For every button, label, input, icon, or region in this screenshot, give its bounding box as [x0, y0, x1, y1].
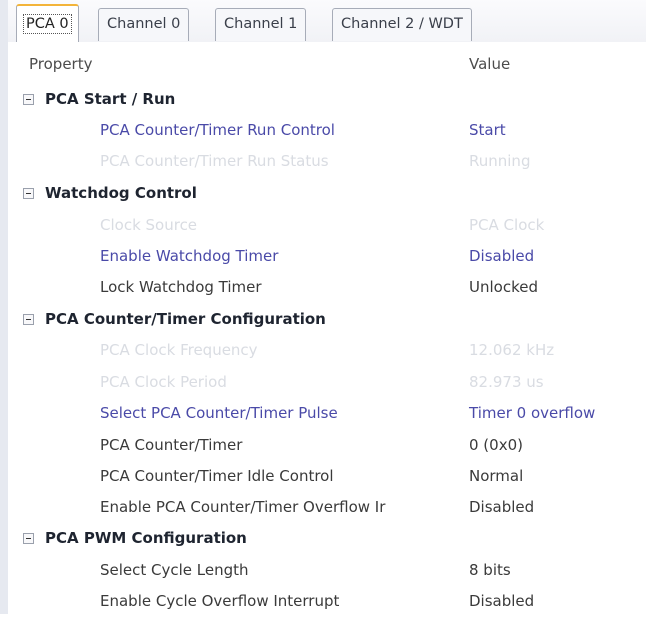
- minus-box-icon[interactable]: [23, 533, 34, 544]
- property-value: 0 (0x0): [469, 436, 523, 454]
- property-name: Enable PCA Counter/Timer Overflow Ir: [100, 498, 386, 516]
- property-name: PCA Counter/Timer: [100, 436, 243, 454]
- category-title: PCA PWM Configuration: [45, 529, 247, 547]
- property-name: PCA Clock Period: [100, 373, 227, 391]
- property-value[interactable]: Timer 0 overflow: [469, 398, 595, 429]
- grid-header: Property Value: [8, 50, 646, 78]
- property-value: Disabled: [469, 592, 535, 610]
- tab-label: PCA 0: [23, 14, 72, 34]
- property-row[interactable]: Enable PCA Counter/Timer Overflow Ir Dis…: [8, 492, 646, 523]
- property-grid: Property Value PCA Start / Run PCA Count…: [8, 42, 646, 614]
- property-name: Clock Source: [100, 216, 198, 234]
- tab-bar: PCA 0 Channel 0 Channel 1 Channel 2 / WD…: [8, 0, 646, 43]
- property-value[interactable]: Disabled: [469, 241, 534, 272]
- property-row[interactable]: Lock Watchdog Timer Unlocked: [8, 272, 646, 303]
- property-value: 82.973 us: [469, 373, 544, 391]
- category-pca-start-run[interactable]: PCA Start / Run: [8, 84, 646, 115]
- property-name: Lock Watchdog Timer: [100, 278, 262, 296]
- property-value: 8 bits: [469, 561, 511, 579]
- tab-pca-0[interactable]: PCA 0: [16, 4, 79, 42]
- property-value: Running: [469, 152, 531, 170]
- property-row[interactable]: PCA Counter/Timer Idle Control Normal: [8, 461, 646, 492]
- property-value: PCA Clock: [469, 216, 545, 234]
- property-row: Clock Source PCA Clock: [8, 210, 646, 241]
- tab-channel-1[interactable]: Channel 1: [215, 8, 307, 41]
- property-row: PCA Clock Period 82.973 us: [8, 367, 646, 398]
- property-name: PCA Counter/Timer Run Control: [100, 121, 335, 139]
- column-header-property[interactable]: Property: [29, 50, 92, 78]
- property-row[interactable]: Select Cycle Length 8 bits: [8, 555, 646, 586]
- property-row[interactable]: Enable Watchdog Timer Disabled: [8, 241, 646, 272]
- tab-channel-2-wdt[interactable]: Channel 2 / WDT: [332, 8, 472, 41]
- property-name: Select PCA Counter/Timer Pulse: [100, 404, 338, 422]
- category-title: PCA Start / Run: [45, 90, 176, 108]
- property-value: Disabled: [469, 498, 535, 516]
- property-value: Normal: [469, 467, 524, 485]
- property-name: PCA Counter/Timer Idle Control: [100, 467, 334, 485]
- property-row[interactable]: Select PCA Counter/Timer Pulse Timer 0 o…: [8, 398, 646, 429]
- property-value[interactable]: Start: [469, 115, 506, 146]
- property-row[interactable]: Enable Cycle Overflow Interrupt Disabled: [8, 586, 646, 617]
- property-name: Select Cycle Length: [100, 561, 249, 579]
- category-pca-counter-timer-configuration[interactable]: PCA Counter/Timer Configuration: [8, 304, 646, 335]
- property-row: PCA Counter/Timer Run Status Running: [8, 146, 646, 177]
- property-name: Enable Cycle Overflow Interrupt: [100, 592, 340, 610]
- property-name: Enable Watchdog Timer: [100, 247, 279, 265]
- category-pca-pwm-configuration[interactable]: PCA PWM Configuration: [8, 523, 646, 554]
- category-title: PCA Counter/Timer Configuration: [45, 310, 326, 328]
- category-title: Watchdog Control: [45, 184, 197, 202]
- category-watchdog-control[interactable]: Watchdog Control: [8, 178, 646, 209]
- minus-box-icon[interactable]: [23, 94, 34, 105]
- property-name: PCA Counter/Timer Run Status: [100, 152, 329, 170]
- property-name: PCA Clock Frequency: [100, 341, 258, 359]
- minus-box-icon[interactable]: [23, 314, 34, 325]
- property-row[interactable]: PCA Counter/Timer 0 (0x0): [8, 430, 646, 461]
- property-row: PCA Clock Frequency 12.062 kHz: [8, 335, 646, 366]
- tab-channel-0[interactable]: Channel 0: [98, 8, 190, 41]
- minus-box-icon[interactable]: [23, 188, 34, 199]
- property-value: Unlocked: [469, 278, 538, 296]
- column-header-value[interactable]: Value: [469, 50, 510, 78]
- property-value: 12.062 kHz: [469, 341, 555, 359]
- property-row[interactable]: PCA Counter/Timer Run Control Start: [8, 115, 646, 146]
